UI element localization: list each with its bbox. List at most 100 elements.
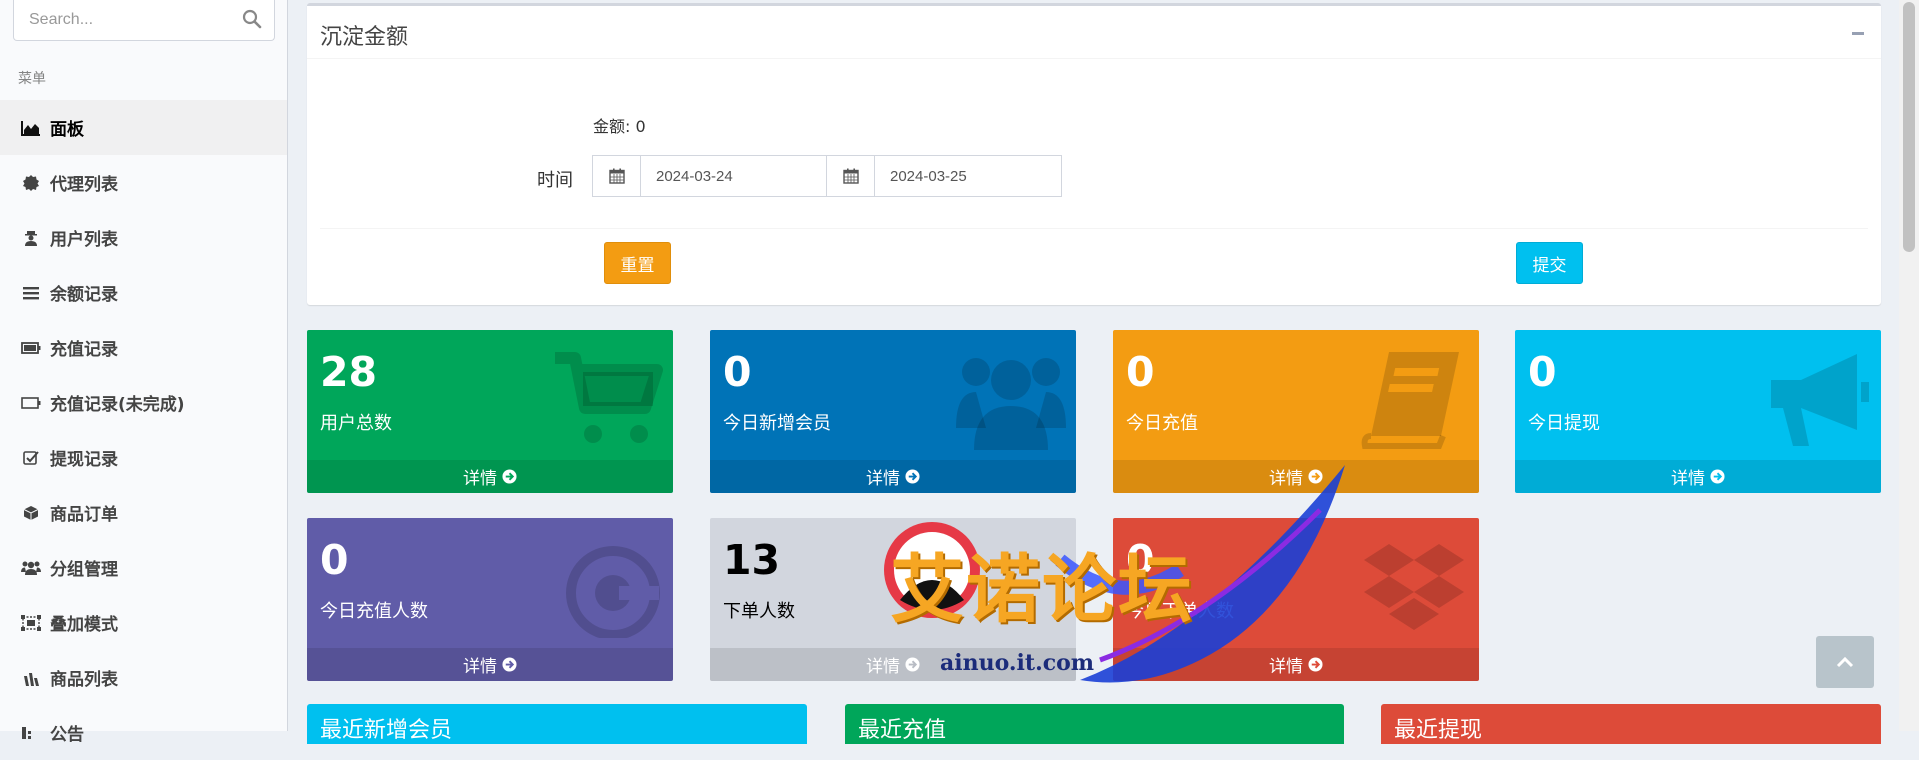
recent-members-box: 最近新增会员 [307,704,807,744]
sidebar-item-product-orders[interactable]: 商品订单 [0,485,287,540]
tile-label: 今日提现 [1528,413,1600,434]
battery-empty-icon [21,393,41,413]
arrow-circle-right-icon [905,657,920,672]
user-secret-icon [21,228,41,248]
sidebar-item-announcements[interactable]: 公告 [0,705,287,760]
divider [307,58,1881,59]
arrow-circle-right-icon [502,469,517,484]
arrow-circle-right-icon [905,469,920,484]
sidebar-item-users[interactable]: 用户列表 [0,210,287,265]
sidebar-item-label: 商品订单 [50,505,118,525]
recent-recharge-box: 最近充值 [845,704,1344,744]
tile-new-members-today: 0 今日新增会员 详情 [710,330,1076,493]
more-label: 详情 [463,469,497,489]
product-hunt-icon [21,668,41,688]
sidebar-item-group-management[interactable]: 分组管理 [0,540,287,595]
calendar-icon[interactable] [827,156,875,196]
collapse-icon[interactable] [1852,32,1864,35]
tile-value: 0 [320,536,349,584]
sidebar-menu: 面板 代理列表 用户列表 余额记录 充值记录 充值记录(未完成) 提现记录 商品… [0,100,287,760]
users-icon [21,558,41,578]
cc-icon [566,546,660,638]
recent-withdraw-box: 最近提现 [1381,704,1881,744]
sidebar-item-recharge-records[interactable]: 充值记录 [0,320,287,375]
dropbox-icon [1364,544,1464,630]
time-label: 时间 [537,170,573,191]
sidebar-item-balance-records[interactable]: 余额记录 [0,265,287,320]
more-label: 详情 [1269,469,1303,489]
sidebar-item-label: 提现记录 [50,450,118,470]
bullhorn-icon [1771,354,1869,446]
tile-more-link[interactable]: 详情 [1113,460,1479,493]
search-icon[interactable] [242,9,262,29]
tile-total-users: 28 用户总数 详情 [307,330,673,493]
tile-more-link[interactable]: 详情 [1113,648,1479,681]
list-icon [21,283,41,303]
sidebar-search [13,0,275,41]
sidebar-item-dashboard[interactable]: 面板 [0,100,287,155]
chevron-up-icon [1836,656,1854,668]
sidebar-item-label: 分组管理 [50,560,118,580]
tile-label: 今日充值人数 [320,601,428,622]
sidebar-item-withdraw-records[interactable]: 提现记录 [0,430,287,485]
calendar-icon[interactable] [593,156,641,196]
arrow-circle-right-icon [1308,469,1323,484]
tile-more-link[interactable]: 详情 [1515,460,1881,493]
amount-value: 0 [635,117,646,136]
users-icon [956,358,1066,450]
sidebar-item-label: 用户列表 [50,230,118,250]
bullhorn-icon [21,723,41,743]
amount-row: 金额: 0 [593,113,646,137]
tile-value: 0 [1528,348,1557,396]
reset-button[interactable]: 重置 [604,242,671,284]
sidebar-item-label: 充值记录 [50,340,118,360]
menu-header: 菜单 [18,71,46,87]
tile-recharge-users-today: 0 今日充值人数 详情 [307,518,673,681]
tile-more-link[interactable]: 详情 [307,460,673,493]
back-to-top-button[interactable] [1816,636,1874,688]
book-icon [1361,352,1459,449]
sidebar-item-label: 代理列表 [50,175,118,195]
tile-value: 0 [1126,536,1155,584]
tile-label: 今日新增会员 [723,413,831,434]
sidebar-item-recharge-pending[interactable]: 充值记录(未完成) [0,375,287,430]
tile-more-link[interactable]: 详情 [710,460,1076,493]
sidebar-item-label: 面板 [50,120,84,140]
sidebar-item-overlay-mode[interactable]: 叠加模式 [0,595,287,650]
tile-order-users: 13 下单人数 详情 [710,518,1076,681]
sidebar-item-label: 公告 [50,725,84,745]
search-input[interactable] [14,0,234,40]
date-range-group [592,155,1062,197]
tile-value: 13 [723,536,781,584]
battery-icon [21,338,41,358]
sidebar-item-agents[interactable]: 代理列表 [0,155,287,210]
tile-value: 0 [1126,348,1155,396]
tile-more-link[interactable]: 详情 [307,648,673,681]
tile-label: 今日充值 [1126,413,1198,434]
date-from-input[interactable] [641,156,827,196]
tile-label: 下单人数 [723,601,795,622]
amount-label: 金额: [593,117,631,136]
tile-value: 28 [320,348,378,396]
more-label: 详情 [866,657,900,677]
more-label: 详情 [463,657,497,677]
scrollbar-thumb[interactable] [1903,2,1915,252]
sidebar-item-label: 叠加模式 [50,615,118,635]
sidebar-item-label: 余额记录 [50,285,118,305]
tile-value: 0 [723,348,752,396]
arrow-circle-right-icon [502,657,517,672]
submit-button[interactable]: 提交 [1516,242,1583,284]
sidebar-item-product-list[interactable]: 商品列表 [0,650,287,705]
tile-order-users-today: 0 今日下单人数 详情 [1113,518,1479,681]
area-chart-icon [21,118,41,138]
certificate-icon [21,173,41,193]
tile-withdraw-today: 0 今日提现 详情 [1515,330,1881,493]
tile-recharge-today: 0 今日充值 详情 [1113,330,1479,493]
divider [320,228,1868,229]
tile-label: 今日下单人数 [1126,601,1234,622]
tile-more-link[interactable]: 详情 [710,648,1076,681]
box-title: 沉淀金额 [320,25,409,50]
shopping-cart-icon [555,352,663,443]
more-label: 详情 [866,469,900,489]
date-to-input[interactable] [875,156,1061,196]
